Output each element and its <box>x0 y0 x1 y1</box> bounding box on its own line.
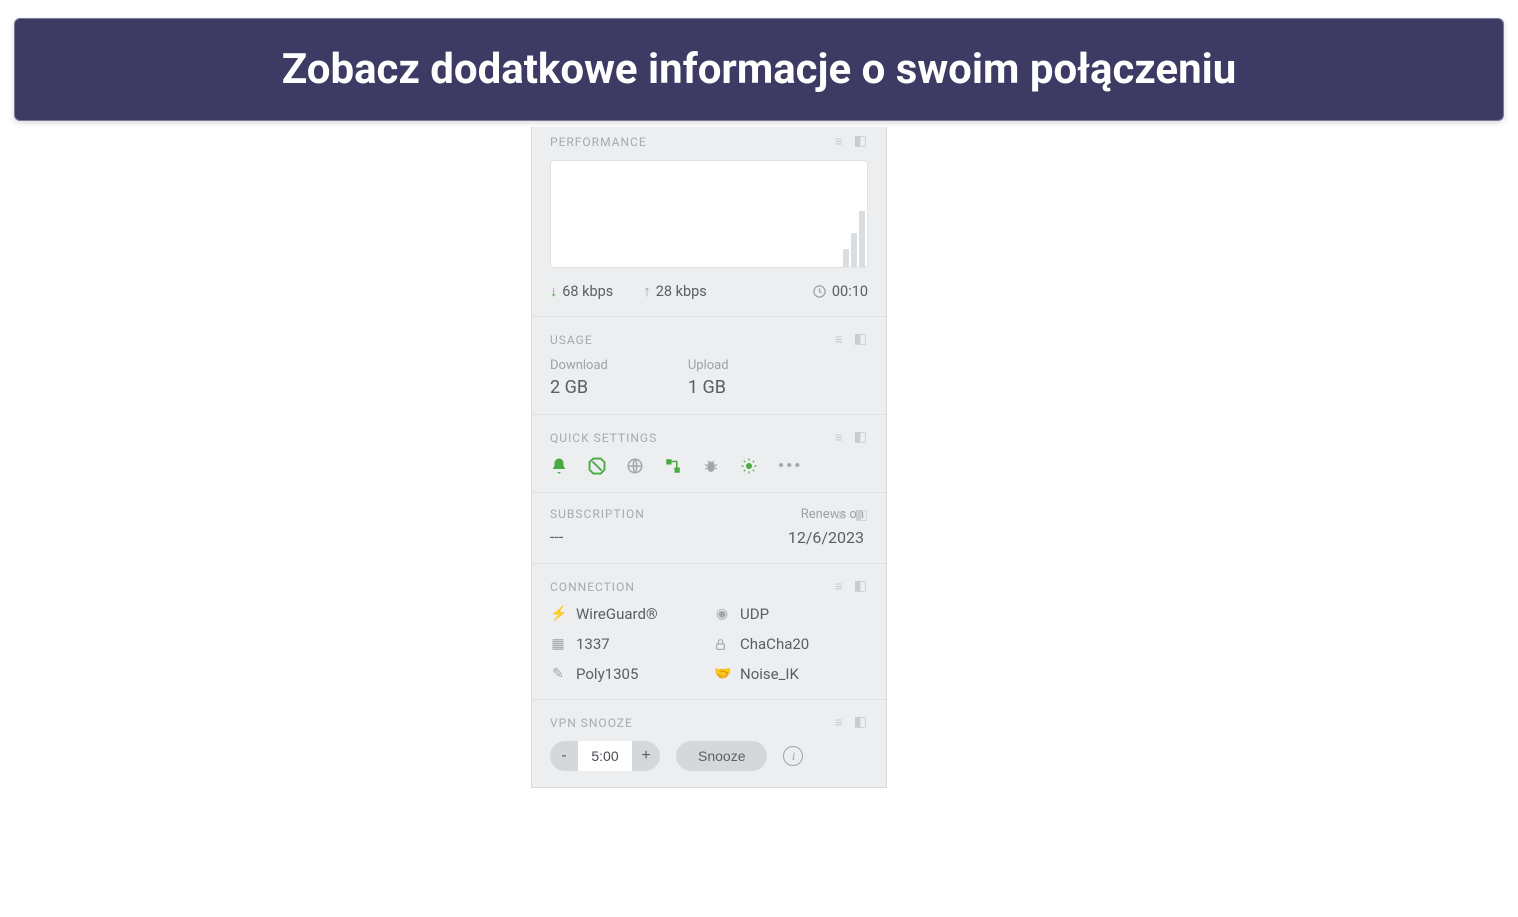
subscription-renews-date: 12/6/2023 <box>788 528 864 547</box>
usage-download-value: 2 GB <box>550 377 608 398</box>
usage-header-row: USAGE ≡ ◧ <box>550 331 868 348</box>
snooze-minus-button[interactable]: - <box>550 741 578 771</box>
subscription-header: SUBSCRIPTION <box>550 507 645 521</box>
subscription-actions: ≡ ◧ <box>837 507 868 524</box>
bug-icon[interactable] <box>702 457 722 475</box>
connection-cipher-value: ChaCha20 <box>740 635 809 653</box>
menu-icon[interactable]: ≡ <box>835 578 844 595</box>
section-subscription: ≡ ◧ SUBSCRIPTION --- Renews on 12/6/2023 <box>532 492 886 563</box>
bell-icon[interactable] <box>550 457 570 475</box>
disk-icon: ◉ <box>714 606 730 622</box>
subscription-plan-value: --- <box>550 527 645 546</box>
bookmark-icon[interactable]: ◧ <box>854 429 868 446</box>
connection-grid: ⚡ WireGuard® ◉ UDP ▦ 1337 ChaCha20 ✎ Pol… <box>550 605 868 683</box>
quick-settings-icons: ••• <box>550 456 868 476</box>
menu-icon[interactable]: ≡ <box>835 429 844 446</box>
connection-protocol-value: WireGuard® <box>576 605 658 623</box>
usage-upload: Upload 1 GB <box>688 358 729 398</box>
menu-icon[interactable]: ≡ <box>835 133 844 150</box>
key-icon: ✎ <box>550 666 566 682</box>
chart-bar <box>843 249 849 267</box>
vpn-panel: PERFORMANCE ≡ ◧ ↓ 68 kbps ↑ 28 kbps <box>531 127 887 788</box>
connection-actions: ≡ ◧ <box>835 578 868 595</box>
connection-header-row: CONNECTION ≡ ◧ <box>550 578 868 595</box>
usage-upload-value: 1 GB <box>688 377 729 398</box>
menu-icon[interactable]: ≡ <box>835 331 844 348</box>
lock-icon <box>714 638 730 651</box>
performance-actions: ≡ ◧ <box>835 133 868 150</box>
arrow-down-icon: ↓ <box>550 283 557 300</box>
snooze-stepper: - + <box>550 741 660 771</box>
snooze-plus-button[interactable]: + <box>632 741 660 771</box>
usage-download-label: Download <box>550 358 608 373</box>
duration: 00:10 <box>812 283 868 300</box>
usage-header: USAGE <box>550 333 593 347</box>
performance-stats: ↓ 68 kbps ↑ 28 kbps 00:10 <box>550 282 868 300</box>
section-snooze: VPN SNOOZE ≡ ◧ - + Snooze i <box>532 699 886 787</box>
clock-icon <box>812 284 827 299</box>
connection-cipher: ChaCha20 <box>714 635 868 653</box>
light-icon[interactable] <box>740 457 760 475</box>
usage-actions: ≡ ◧ <box>835 331 868 348</box>
menu-icon[interactable]: ≡ <box>837 507 845 524</box>
bookmark-icon[interactable]: ◧ <box>854 331 868 348</box>
connection-port: ▦ 1337 <box>550 635 704 653</box>
connection-transport-value: UDP <box>740 605 769 623</box>
connection-header: CONNECTION <box>550 580 635 594</box>
quick-settings-header-row: QUICK SETTINGS ≡ ◧ <box>550 429 868 446</box>
download-rate-value: 68 kbps <box>562 283 613 300</box>
quick-settings-header: QUICK SETTINGS <box>550 431 657 445</box>
subscription-row: SUBSCRIPTION --- Renews on 12/6/2023 <box>550 507 868 547</box>
download-rate: ↓ 68 kbps <box>550 283 613 300</box>
banner-title: Zobacz dodatkowe informacje o swoim połą… <box>282 45 1237 94</box>
bookmark-icon[interactable]: ◧ <box>854 578 868 595</box>
connection-port-value: 1337 <box>576 635 610 653</box>
block-icon[interactable] <box>588 457 608 475</box>
connection-handshake: 🤝 Noise_IK <box>714 665 868 683</box>
connection-protocol: ⚡ WireGuard® <box>550 605 704 623</box>
menu-icon[interactable]: ≡ <box>835 714 844 731</box>
network-icon[interactable] <box>664 457 684 475</box>
plug-icon: ⚡ <box>550 606 566 622</box>
bookmark-icon[interactable]: ◧ <box>854 133 868 150</box>
snooze-controls: - + Snooze i <box>550 741 868 771</box>
snooze-button[interactable]: Snooze <box>676 741 767 771</box>
handshake-icon: 🤝 <box>714 666 730 682</box>
connection-transport: ◉ UDP <box>714 605 868 623</box>
bookmark-icon[interactable]: ◧ <box>855 507 868 524</box>
port-icon: ▦ <box>550 636 566 652</box>
connection-auth-value: Poly1305 <box>576 665 638 683</box>
duration-value: 00:10 <box>832 283 868 300</box>
connection-auth: ✎ Poly1305 <box>550 665 704 683</box>
info-icon[interactable]: i <box>783 746 803 766</box>
chart-bar <box>859 211 865 267</box>
bookmark-icon[interactable]: ◧ <box>854 714 868 731</box>
snooze-header: VPN SNOOZE <box>550 716 633 730</box>
snooze-actions: ≡ ◧ <box>835 714 868 731</box>
snooze-header-row: VPN SNOOZE ≡ ◧ <box>550 714 868 731</box>
performance-header: PERFORMANCE <box>550 135 647 149</box>
section-performance: PERFORMANCE ≡ ◧ ↓ 68 kbps ↑ 28 kbps <box>532 127 886 316</box>
upload-rate: ↑ 28 kbps <box>643 282 707 300</box>
globe-icon[interactable] <box>626 457 646 475</box>
page-banner: Zobacz dodatkowe informacje o swoim połą… <box>14 18 1504 121</box>
quick-settings-actions: ≡ ◧ <box>835 429 868 446</box>
snooze-time-input[interactable] <box>578 741 632 771</box>
section-usage: USAGE ≡ ◧ Download 2 GB Upload 1 GB <box>532 316 886 414</box>
arrow-up-icon: ↑ <box>643 282 651 300</box>
usage-row: Download 2 GB Upload 1 GB <box>550 358 868 398</box>
chart-bar <box>851 233 857 267</box>
performance-chart <box>550 160 868 268</box>
section-connection: CONNECTION ≡ ◧ ⚡ WireGuard® ◉ UDP ▦ 1337 <box>532 563 886 699</box>
subscription-plan: SUBSCRIPTION --- <box>550 507 645 547</box>
more-icon[interactable]: ••• <box>778 456 798 476</box>
section-quick-settings: QUICK SETTINGS ≡ ◧ <box>532 414 886 492</box>
usage-download: Download 2 GB <box>550 358 608 398</box>
performance-header-row: PERFORMANCE ≡ ◧ <box>550 133 868 150</box>
usage-upload-label: Upload <box>688 358 729 373</box>
upload-rate-value: 28 kbps <box>656 283 707 300</box>
connection-handshake-value: Noise_IK <box>740 665 799 683</box>
